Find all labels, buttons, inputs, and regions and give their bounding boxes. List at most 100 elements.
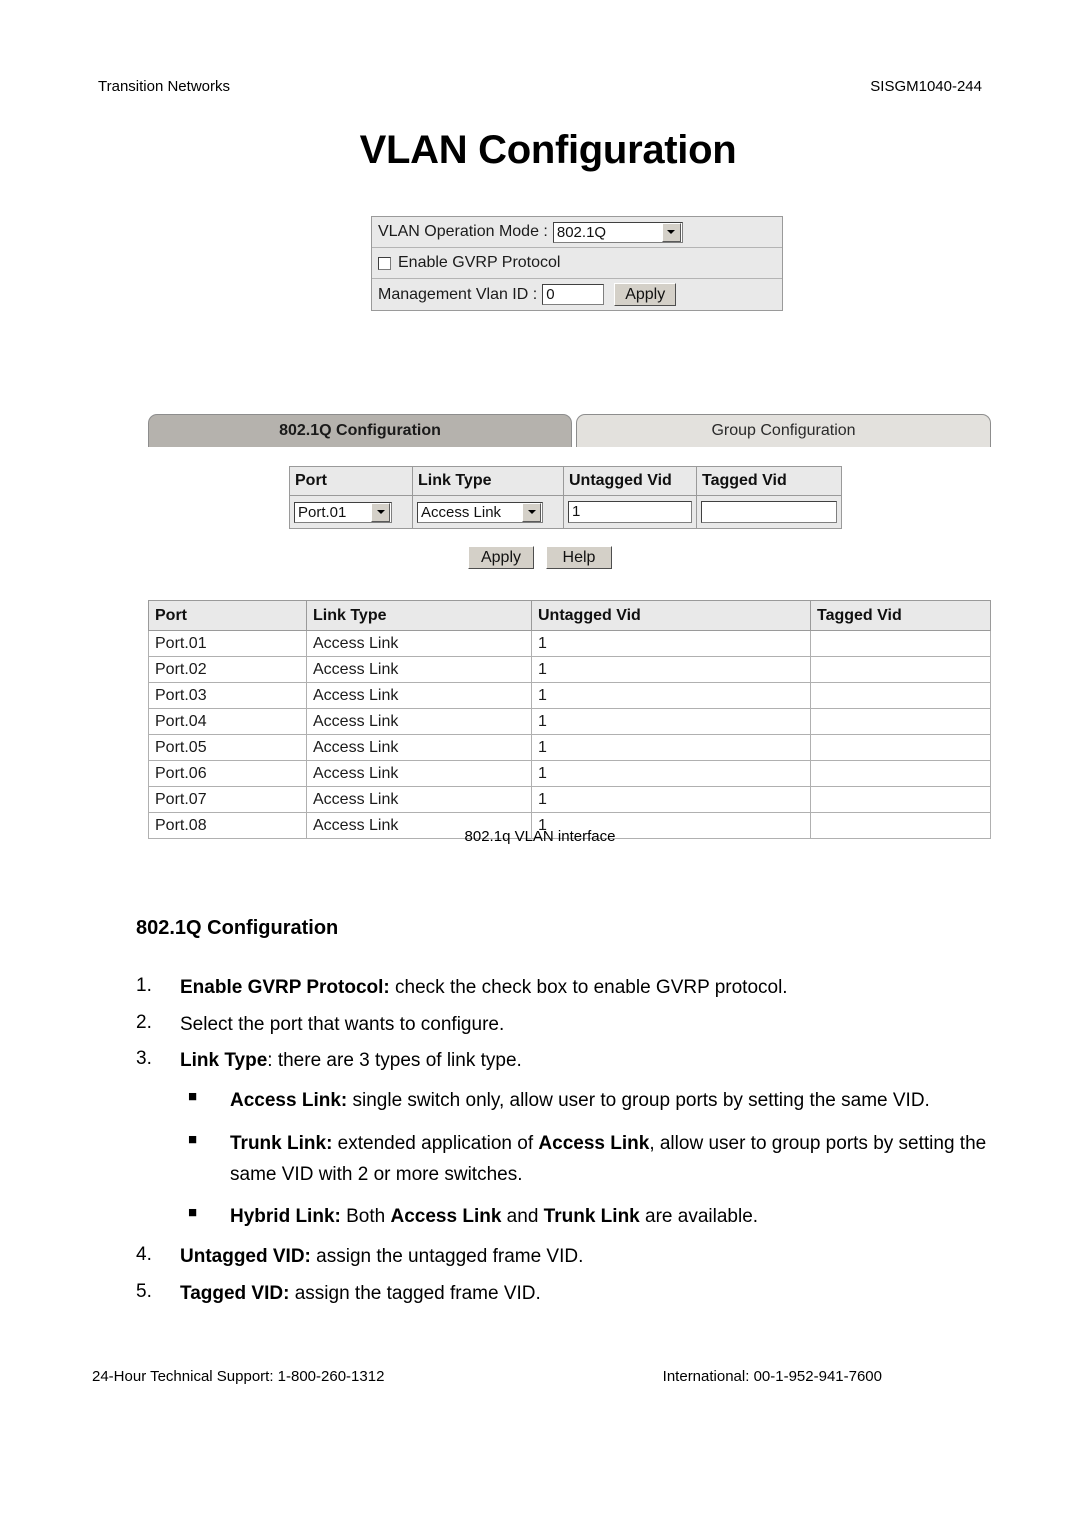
list-item: 2. Select the port that wants to configu… [136, 1013, 1006, 1038]
item-text: Link Type: there are 3 types of link typ… [180, 1049, 1006, 1074]
untagged-vid-input[interactable]: 1 [568, 501, 692, 523]
item-text-rest: single switch only, allow user to group … [347, 1090, 930, 1112]
item-text: Select the port that wants to configure. [180, 1013, 505, 1035]
item-text-rest: : there are 3 types of link type. [267, 1050, 522, 1072]
list-header-port: Port [148, 600, 307, 631]
edit-cell-untagged-vid: 1 [563, 495, 697, 529]
cell-tagged-vid [810, 682, 991, 709]
item-text: Trunk Link: extended application of Acce… [230, 1129, 1006, 1191]
vlan-operation-mode-select[interactable]: 802.1Q [552, 221, 683, 243]
item-text-bold-2: Access Link [538, 1132, 650, 1154]
link-type-select[interactable]: Access Link [417, 501, 543, 523]
tab-group-configuration[interactable]: Group Configuration [576, 414, 991, 447]
edit-cell-link-type: Access Link [412, 495, 564, 529]
vlan-port-list-table: Port Link Type Untagged Vid Tagged Vid P… [148, 600, 991, 839]
cell-link-type: Access Link [306, 760, 532, 787]
management-vlan-id-input[interactable]: 0 [542, 284, 605, 305]
cell-untagged-vid: 1 [531, 656, 811, 683]
item-number: 2. [136, 1011, 152, 1033]
help-button[interactable]: Help [546, 546, 612, 569]
cell-untagged-vid: 1 [531, 682, 811, 709]
item-text-bold: Trunk Link: [230, 1132, 333, 1154]
item-number: 1. [136, 975, 152, 996]
vlan-operation-mode-row: VLAN Operation Mode : 802.1Q [372, 217, 782, 248]
item-text-mid-2: and [501, 1206, 544, 1228]
table-row: Port.02 Access Link 1 [148, 656, 991, 683]
section-heading: 802.1Q Configuration [136, 917, 339, 939]
edit-form-input-row: Port.01 Access Link 1 [289, 495, 842, 529]
item-text-mid: extended application of [332, 1132, 539, 1154]
apply-management-vlan-button[interactable]: Apply [614, 283, 677, 306]
header-company-name: Transition Networks [98, 78, 230, 95]
table-row: Port.03 Access Link 1 [148, 682, 991, 709]
item-text-bold: Enable GVRP Protocol: [180, 977, 390, 998]
list-header-untagged-vid: Untagged Vid [531, 600, 811, 631]
figure-caption: 802.1q VLAN interface [464, 828, 616, 845]
cell-untagged-vid: 1 [531, 630, 811, 657]
list-item: 1. Enable GVRP Protocol: check the check… [136, 976, 1006, 1001]
page-footer: 24-Hour Technical Support: 1-800-260-131… [92, 1368, 882, 1385]
cell-port: Port.04 [148, 708, 307, 735]
cell-port: Port.07 [148, 786, 307, 813]
enable-gvrp-checkbox[interactable] [378, 256, 391, 270]
page-title: VLAN Configuration [359, 128, 737, 172]
chevron-down-icon [522, 502, 541, 522]
cell-port: Port.03 [148, 682, 307, 709]
item-text-bold: Access Link: [230, 1090, 348, 1112]
cell-tagged-vid [810, 760, 991, 787]
vlan-operation-mode-value: 802.1Q [556, 223, 607, 241]
item-text-bold: Untagged VID: [180, 1246, 311, 1268]
item-text-bold-3: Trunk Link [543, 1206, 640, 1228]
item-text-rest: are available. [639, 1206, 759, 1228]
item-text-rest: assign the untagged frame VID. [310, 1246, 584, 1268]
edit-header-port: Port [289, 466, 413, 496]
table-row: Port.05 Access Link 1 [148, 734, 991, 761]
item-text-bold: Tagged VID: [180, 1282, 290, 1304]
chevron-down-icon [661, 222, 681, 242]
cell-untagged-vid: 1 [531, 786, 811, 813]
vlan-operation-mode-panel: VLAN Operation Mode : 802.1Q Enable GVRP… [371, 216, 783, 311]
cell-link-type: Access Link [306, 786, 532, 813]
item-number: 4. [136, 1244, 152, 1266]
list-item: ■ Hybrid Link: Both Access Link and Trun… [188, 1202, 1006, 1233]
management-vlan-id-row: Management Vlan ID : 0 Apply [372, 279, 782, 310]
cell-tagged-vid [810, 734, 991, 761]
cell-tagged-vid [810, 630, 991, 657]
table-row: Port.04 Access Link 1 [148, 708, 991, 735]
cell-link-type: Access Link [306, 682, 532, 709]
list-item: ■ Access Link: single switch only, allow… [188, 1086, 1006, 1117]
link-type-select-value: Access Link [421, 503, 502, 521]
edit-cell-port: Port.01 [289, 495, 413, 529]
enable-gvrp-label: Enable GVRP Protocol [398, 254, 561, 271]
cell-port: Port.06 [148, 760, 307, 787]
cell-untagged-vid: 1 [531, 760, 811, 787]
item-text-mid: Both [340, 1206, 391, 1228]
edit-cell-tagged-vid [696, 495, 842, 529]
list-item: 3. Link Type: there are 3 types of link … [136, 1049, 1006, 1074]
vlan-operation-mode-label: VLAN Operation Mode : [378, 223, 548, 240]
list-header-tagged-vid: Tagged Vid [810, 600, 991, 631]
apply-button[interactable]: Apply [468, 546, 534, 569]
list-header-row: Port Link Type Untagged Vid Tagged Vid [148, 600, 991, 631]
item-text: Access Link: single switch only, allow u… [230, 1086, 1006, 1117]
list-item: 5. Tagged VID: assign the tagged frame V… [136, 1282, 1006, 1307]
configuration-tabs: 802.1Q Configuration Group Configuration [148, 414, 991, 447]
tagged-vid-input[interactable] [701, 501, 837, 523]
square-bullet-icon: ■ [188, 1204, 198, 1222]
port-edit-form: Port Link Type Untagged Vid Tagged Vid P… [289, 466, 842, 529]
cell-untagged-vid: 1 [531, 734, 811, 761]
footer-international-phone: International: 00-1-952-941-7600 [662, 1368, 882, 1385]
port-select[interactable]: Port.01 [294, 501, 392, 523]
tab-8021q-configuration[interactable]: 802.1Q Configuration [148, 414, 572, 447]
cell-link-type: Access Link [306, 630, 532, 657]
edit-header-link-type: Link Type [412, 466, 564, 496]
item-text-rest: check the check box to enable GVRP proto… [389, 977, 788, 998]
vlan-configuration-screenshot: VLAN Configuration VLAN Operation Mode :… [0, 128, 1080, 845]
list-header-link-type: Link Type [306, 600, 532, 631]
item-text: Tagged VID: assign the tagged frame VID. [180, 1282, 1006, 1307]
cell-port: Port.01 [148, 630, 307, 657]
header-model-number: SISGM1040-244 [870, 78, 982, 95]
table-row: Port.01 Access Link 1 [148, 630, 991, 657]
item-text-bold: Hybrid Link: [230, 1206, 341, 1228]
cell-port: Port.05 [148, 734, 307, 761]
